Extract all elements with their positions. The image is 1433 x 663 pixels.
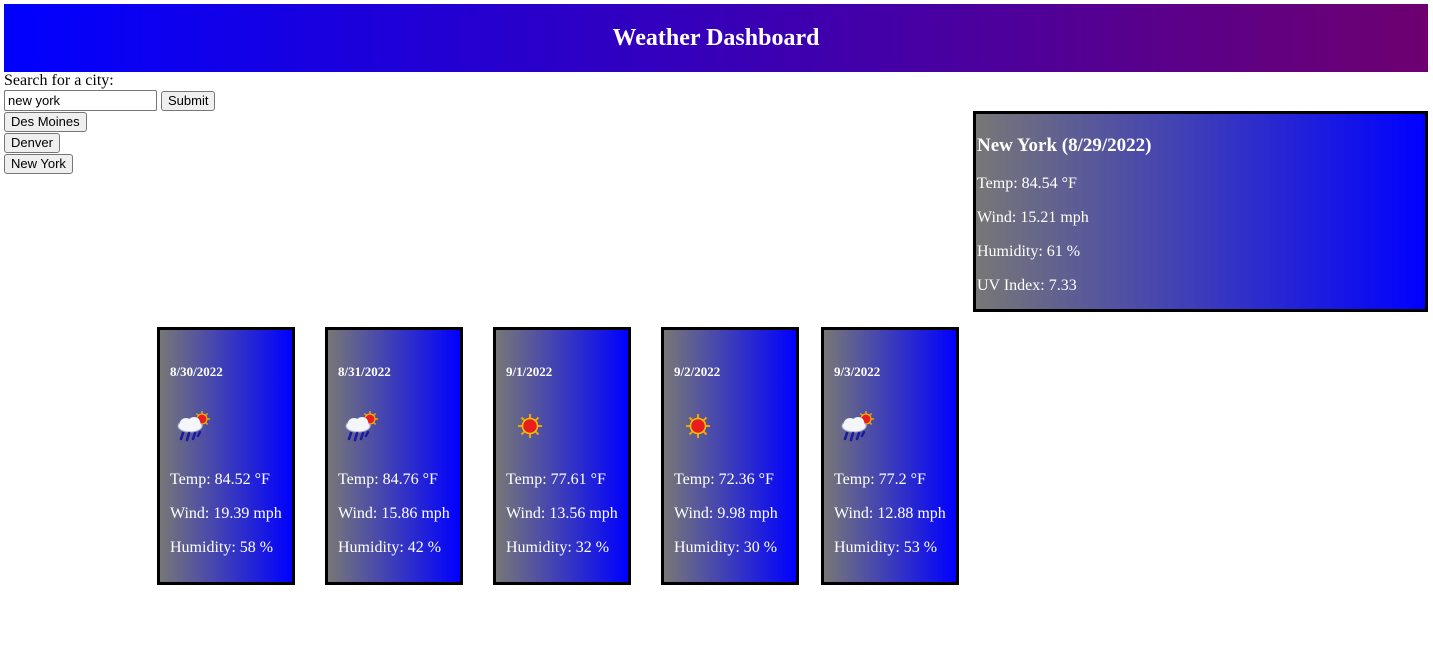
sun-icon [517, 413, 543, 439]
forecast-temp: Temp: 84.76 °F [338, 471, 438, 488]
forecast-wind: Wind: 19.39 mph [170, 505, 282, 522]
forecast-date: 9/2/2022 [674, 364, 721, 379]
forecast-date: 9/1/2022 [506, 364, 553, 379]
forecast-date: 9/3/2022 [834, 364, 881, 379]
forecast-wind: Wind: 12.88 mph [834, 505, 946, 522]
page-title: Weather Dashboard [612, 24, 820, 51]
forecast-temp: Temp: 77.2 °F [834, 471, 926, 488]
forecast-temp: Temp: 84.52 °F [170, 471, 270, 488]
app-header: Weather Dashboard [4, 4, 1428, 72]
forecast-humidity: Humidity: 42 % [338, 539, 442, 556]
current-humidity: Humidity: 61 % [977, 243, 1081, 260]
rain-sun-icon [344, 409, 380, 442]
forecast-card: 9/2/2022 Temp: 72.36 °F Wind: 9.98 mph H… [661, 327, 799, 585]
forecast-temp: Temp: 72.36 °F [674, 471, 774, 488]
sun-icon [685, 413, 711, 439]
submit-button[interactable]: Submit [161, 91, 216, 111]
history-button-denver[interactable]: Denver [4, 133, 60, 153]
forecast-temp: Temp: 77.61 °F [506, 471, 606, 488]
current-weather-card: New York (8/29/2022) Temp: 84.54 °F Wind… [973, 111, 1428, 312]
forecast-date: 8/30/2022 [170, 364, 223, 379]
forecast-wind: Wind: 9.98 mph [674, 505, 778, 522]
forecast-card: 9/3/2022 Temp: 77.2 °F Wind: 12.88 mph H… [821, 327, 959, 585]
history-button-des-moines[interactable]: Des Moines [4, 112, 87, 132]
forecast-humidity: Humidity: 32 % [506, 539, 610, 556]
forecast-card: 8/30/2022 Temp: 84.52 °F Wind: 19.39 mph… [157, 327, 295, 585]
forecast-humidity: Humidity: 30 % [674, 539, 778, 556]
forecast-card: 9/1/2022 Temp: 77.61 °F Wind: 13.56 mph … [493, 327, 631, 585]
search-label: Search for a city: [4, 72, 114, 89]
current-wind: Wind: 15.21 mph [977, 209, 1089, 226]
rain-sun-icon [840, 409, 876, 442]
forecast-wind: Wind: 15.86 mph [338, 505, 450, 522]
current-city-title: New York (8/29/2022) [977, 135, 1152, 156]
forecast-humidity: Humidity: 58 % [170, 539, 274, 556]
rain-sun-icon [176, 409, 212, 442]
current-temp: Temp: 84.54 °F [977, 175, 1077, 192]
forecast-humidity: Humidity: 53 % [834, 539, 938, 556]
forecast-card: 8/31/2022 Temp: 84.76 °F Wind: 15.86 mph… [325, 327, 463, 585]
history-button-new-york[interactable]: New York [4, 154, 73, 174]
city-search-input[interactable] [4, 90, 157, 111]
forecast-date: 8/31/2022 [338, 364, 391, 379]
current-uv-index: UV Index: 7.33 [977, 277, 1077, 294]
forecast-wind: Wind: 13.56 mph [506, 505, 618, 522]
